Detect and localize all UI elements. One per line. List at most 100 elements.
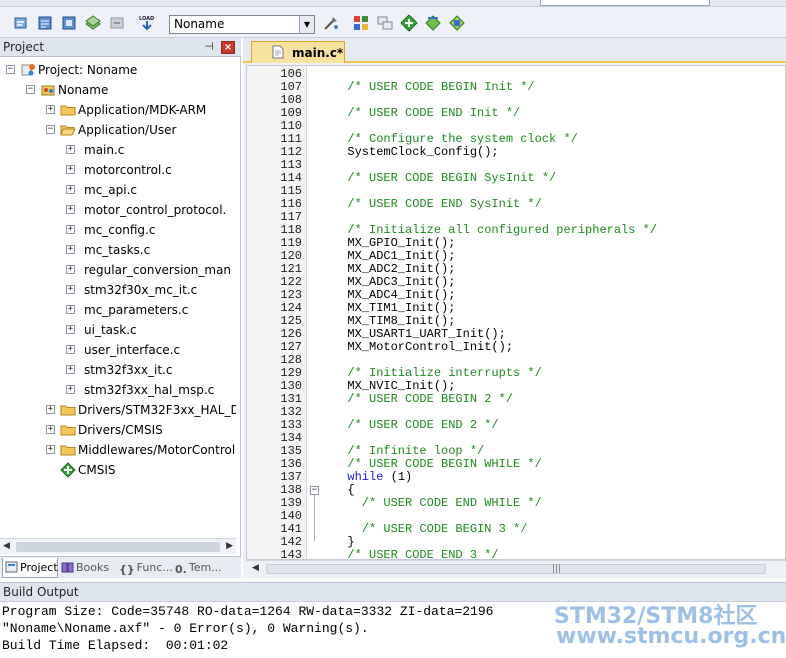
expand-icon[interactable]: + — [66, 205, 75, 214]
target-options-icon[interactable] — [322, 14, 340, 32]
expand-icon[interactable]: + — [66, 245, 75, 254]
file-extensions-icon[interactable] — [376, 14, 394, 32]
line-number-gutter: 106 107 108 109 110 111 112 113 114 115 116 117 118 1… — [247, 66, 307, 559]
expand-icon[interactable]: + — [46, 405, 55, 414]
batch-build-icon[interactable] — [84, 14, 102, 32]
select-software-packs-icon[interactable] — [424, 14, 442, 32]
code-comment-line: /* USER CODE BEGIN 3 */ — [333, 522, 528, 536]
chevron-down-icon[interactable]: ▼ — [299, 16, 314, 33]
expand-icon[interactable]: + — [46, 445, 55, 454]
tree-item-noname[interactable]: − Noname — [0, 80, 236, 100]
tree-item-drivers-cmsis[interactable]: + Drivers/CMSIS — [0, 420, 236, 440]
translate-icon[interactable] — [12, 14, 30, 32]
fold-collapse-icon[interactable]: − — [310, 486, 319, 495]
tree-item-motor-control-protocol[interactable]: + motor_control_protocol. — [0, 200, 236, 220]
c-file-icon — [272, 45, 284, 59]
expand-icon[interactable]: + — [66, 285, 75, 294]
project-panel-header: Project ⊣ × — [0, 38, 241, 57]
tree-item-main-c[interactable]: + main.c — [0, 140, 236, 160]
tree-item-drivers-stm32f3xx-hal-driv[interactable]: + Drivers/STM32F3xx_HAL_Driv — [0, 400, 236, 420]
scrollbar-thumb[interactable]: ||| — [266, 564, 766, 574]
expand-icon[interactable]: + — [66, 225, 75, 234]
tree-item-mc-config-c[interactable]: + mc_config.c — [0, 220, 236, 240]
functions-icon: {} — [119, 563, 135, 576]
manage-run-time-environment-icon[interactable] — [400, 14, 418, 32]
editor-horizontal-scrollbar[interactable]: ◀ ||| — [246, 560, 786, 576]
project-panel: Project ⊣ × − Project: Noname − Noname + Appl… — [0, 38, 241, 578]
tree-item-application-user[interactable]: − Application/User — [0, 120, 236, 140]
tree-item-ui-task-c[interactable]: + ui_task.c — [0, 320, 236, 340]
scroll-left-icon[interactable]: ◀ — [3, 541, 10, 551]
tab-func[interactable]: {} Func... — [117, 558, 173, 578]
pin-icon[interactable]: ⊣ — [203, 40, 215, 54]
scrollbar-thumb[interactable] — [16, 542, 220, 552]
tree-item-label: Application/User — [78, 123, 177, 137]
target-select[interactable]: Noname ▼ — [169, 15, 315, 34]
tree-item-mc-parameters-c[interactable]: + mc_parameters.c — [0, 300, 236, 320]
project-horizontal-scrollbar[interactable]: ◀ ▶ — [0, 538, 236, 554]
collapse-icon[interactable]: − — [26, 85, 35, 94]
tree-item-mc-api-c[interactable]: + mc_api.c — [0, 180, 236, 200]
books-icon — [61, 561, 76, 574]
tree-item-label: regular_conversion_man — [84, 263, 232, 277]
build-output-line: Program Size: Code=35748 RO-data=1264 RW… — [2, 604, 494, 619]
scroll-right-icon[interactable]: ▶ — [226, 541, 233, 551]
stop-build-icon[interactable] — [108, 14, 126, 32]
tab-main-c[interactable]: main.c* — [251, 41, 345, 63]
expand-icon[interactable]: + — [66, 145, 75, 154]
tree-item-stm32f3xx-hal-msp-c[interactable]: + stm32f3xx_hal_msp.c — [0, 380, 236, 400]
tab-books[interactable]: Books — [59, 558, 115, 578]
expand-icon[interactable]: + — [66, 345, 75, 354]
tree-item-application-mdk-arm[interactable]: + Application/MDK-ARM — [0, 100, 236, 120]
collapse-icon[interactable]: − — [46, 125, 55, 134]
tree-item-project-noname[interactable]: − Project: Noname — [0, 60, 236, 80]
toolbar: LOAD Noname ▼ — [0, 0, 786, 38]
tab-project[interactable]: Project — [2, 558, 58, 578]
code-comment-line: /* USER CODE END WHILE */ — [333, 496, 542, 510]
tree-item-label: ui_task.c — [84, 323, 137, 337]
rebuild-icon[interactable] — [60, 14, 78, 32]
tree-item-motorcontrol-c[interactable]: + motorcontrol.c — [0, 160, 236, 180]
tab-label: Func... — [136, 561, 173, 574]
tree-item-stm32f3xx-it-c[interactable]: + stm32f3xx_it.c — [0, 360, 236, 380]
code-area[interactable]: 106 107 108 109 110 111 112 113 114 115 116 117 118 1… — [246, 65, 786, 560]
manage-project-items-icon[interactable] — [352, 14, 370, 32]
expand-icon[interactable]: + — [66, 305, 75, 314]
expand-icon[interactable]: + — [46, 105, 55, 114]
tree-item-label: Project: Noname — [38, 63, 138, 77]
expand-icon[interactable]: + — [66, 325, 75, 334]
tree-item-stm32f30x-mc-it-c[interactable]: + stm32f30x_mc_it.c — [0, 280, 236, 300]
code-comment-line: /* USER CODE BEGIN SysInit */ — [333, 171, 557, 185]
project-tree: − Project: Noname − Noname + Application/MDK-… — [0, 58, 236, 538]
expand-icon[interactable]: + — [46, 425, 55, 434]
tree-item-label: Middlewares/MotorControl — [78, 443, 236, 457]
pack-installer-icon[interactable] — [448, 14, 466, 32]
download-icon[interactable]: LOAD — [138, 14, 156, 32]
tree-item-label: main.c — [84, 143, 125, 157]
expand-icon[interactable]: + — [66, 265, 75, 274]
code-comment-line: /* USER CODE END SysInit */ — [333, 197, 542, 211]
collapse-icon[interactable]: − — [6, 65, 15, 74]
tab-tem[interactable]: 0. Tem... — [173, 558, 229, 578]
tree-item-user-interface-c[interactable]: + user_interface.c — [0, 340, 236, 360]
expand-icon[interactable]: + — [66, 185, 75, 194]
tree-item-label: mc_config.c — [84, 223, 156, 237]
build-icon[interactable] — [36, 14, 54, 32]
expand-icon[interactable]: + — [66, 385, 75, 394]
expand-icon[interactable]: + — [66, 365, 75, 374]
templates-icon: 0. — [175, 563, 187, 576]
tree-item-middlewares-motorcontrol[interactable]: + Middlewares/MotorControl — [0, 440, 236, 460]
close-icon[interactable]: × — [221, 41, 235, 54]
top-right-field[interactable] — [540, 0, 710, 6]
editor-tab-bar: main.c* — [243, 38, 786, 63]
code-line: MX_MotorControl_Init(); — [333, 340, 514, 354]
tree-item-regular-conversion-man[interactable]: + regular_conversion_man — [0, 260, 236, 280]
tab-label: Tem... — [188, 561, 222, 574]
tree-item-mc-tasks-c[interactable]: + mc_tasks.c — [0, 240, 236, 260]
tree-item-label: motor_control_protocol. — [84, 203, 227, 217]
expand-icon[interactable]: + — [66, 165, 75, 174]
tree-item-cmsis[interactable]: CMSIS — [0, 460, 236, 480]
project-tab-icon — [5, 561, 20, 574]
scroll-left-icon[interactable]: ◀ — [252, 563, 259, 573]
tree-item-label: stm32f3xx_hal_msp.c — [84, 383, 215, 397]
